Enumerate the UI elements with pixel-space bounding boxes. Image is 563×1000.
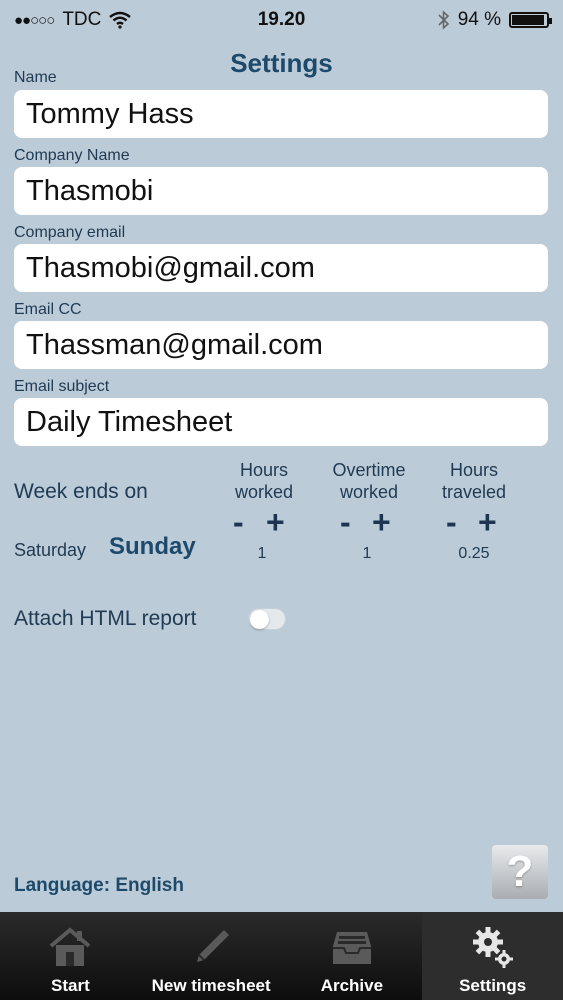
tab-archive[interactable]: Archive bbox=[282, 912, 423, 1000]
status-right: 94 % bbox=[438, 9, 552, 31]
overtime-worked-value: 1 bbox=[362, 545, 372, 562]
overtime-worked-plus-button[interactable]: + bbox=[372, 506, 391, 538]
hours-traveled-value: 0.25 bbox=[458, 545, 490, 562]
email-cc-label: Email CC bbox=[14, 301, 82, 318]
company-email-field[interactable]: Thasmobi@gmail.com bbox=[14, 244, 548, 292]
tab-archive-label: Archive bbox=[320, 976, 384, 995]
hours-worked-plus-button[interactable]: + bbox=[266, 506, 285, 538]
hours-traveled-heading-line1: Hours bbox=[449, 460, 498, 480]
day-option-sunday-selected[interactable]: Sunday bbox=[109, 533, 196, 561]
tab-settings[interactable]: Settings bbox=[422, 912, 563, 1000]
company-name-field[interactable]: Thasmobi bbox=[14, 167, 548, 215]
overtime-worked-heading-line1: Overtime bbox=[332, 460, 406, 480]
company-email-label: Company email bbox=[14, 224, 126, 241]
tab-settings-label: Settings bbox=[459, 976, 527, 995]
page-title: Settings bbox=[230, 48, 333, 78]
language-setting[interactable]: Language: English bbox=[14, 875, 184, 897]
pencil-icon bbox=[197, 930, 230, 962]
tab-bar: Start New timesheet Archive Settings bbox=[0, 912, 563, 1000]
company-name-label: Company Name bbox=[14, 147, 130, 164]
email-subject-label: Email subject bbox=[14, 378, 110, 395]
gears-icon bbox=[472, 927, 513, 968]
hours-traveled-minus-button[interactable]: - bbox=[446, 506, 457, 538]
battery-fill bbox=[512, 15, 544, 25]
overtime-worked-heading-line2: worked bbox=[339, 482, 399, 502]
attach-html-toggle[interactable] bbox=[248, 608, 286, 630]
hours-worked-minus-button[interactable]: - bbox=[233, 506, 244, 538]
carrier-name: TDC bbox=[62, 9, 102, 30]
hours-traveled-heading: Hours traveled bbox=[434, 459, 514, 503]
attach-html-label: Attach HTML report bbox=[14, 607, 197, 630]
hours-worked-heading-line2: worked bbox=[234, 482, 294, 502]
email-subject-field[interactable]: Daily Timesheet bbox=[14, 398, 548, 446]
tab-new-timesheet[interactable]: New timesheet bbox=[141, 912, 282, 1000]
email-cc-field[interactable]: Thassman@gmail.com bbox=[14, 321, 548, 369]
status-left: ●●○○○ TDC bbox=[14, 9, 132, 31]
battery-icon bbox=[509, 12, 552, 28]
bluetooth-icon bbox=[438, 10, 449, 30]
overtime-worked-heading: Overtime worked bbox=[324, 459, 414, 503]
name-label: Name bbox=[14, 69, 57, 86]
archive-tray-icon bbox=[332, 932, 371, 964]
day-option-saturday[interactable]: Saturday bbox=[14, 540, 86, 561]
tab-new-timesheet-label: New timesheet bbox=[151, 976, 271, 995]
name-field[interactable]: Tommy Hass bbox=[14, 90, 548, 138]
wifi-icon bbox=[109, 11, 132, 29]
hours-worked-heading: Hours worked bbox=[224, 459, 304, 503]
toggle-knob bbox=[250, 610, 269, 629]
help-button[interactable]: ? bbox=[492, 845, 548, 899]
status-bar: ●●○○○ TDC 19.20 94 % bbox=[0, 0, 563, 40]
hours-traveled-heading-line2: traveled bbox=[441, 482, 507, 502]
week-ends-label: Week ends on bbox=[14, 480, 148, 503]
battery-percent: 94 % bbox=[457, 9, 501, 30]
hours-worked-heading-line1: Hours bbox=[239, 460, 288, 480]
tab-start-label: Start bbox=[51, 976, 90, 995]
overtime-worked-minus-button[interactable]: - bbox=[340, 506, 351, 538]
hours-worked-value: 1 bbox=[257, 545, 267, 562]
tab-start[interactable]: Start bbox=[0, 912, 141, 1000]
signal-strength: ●●○○○ bbox=[14, 11, 55, 29]
hours-traveled-plus-button[interactable]: + bbox=[478, 506, 497, 538]
home-icon bbox=[50, 927, 91, 966]
